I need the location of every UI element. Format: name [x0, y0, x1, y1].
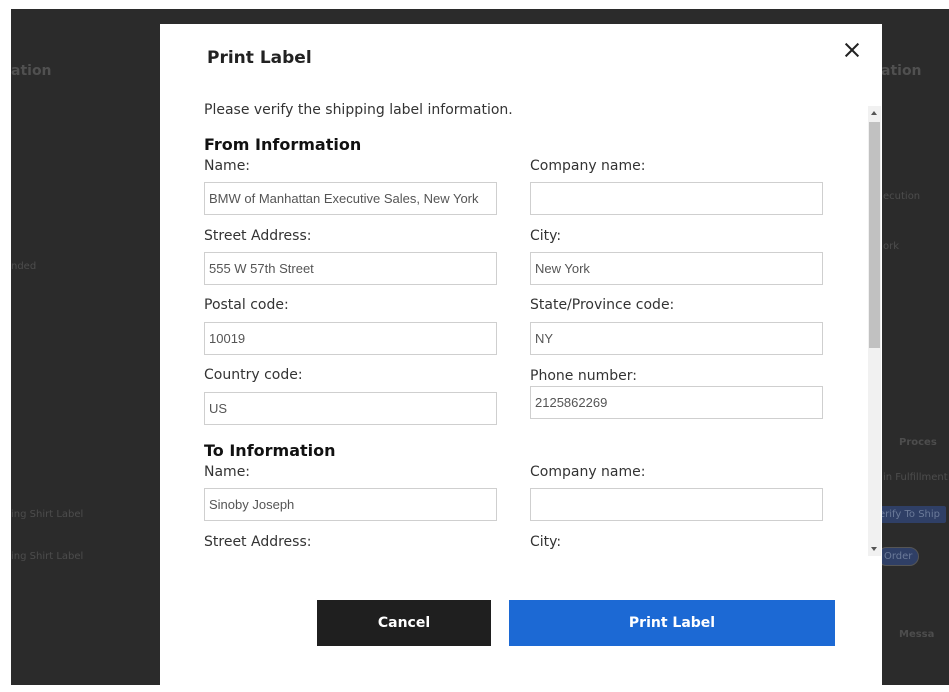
from-phone-input[interactable] — [530, 386, 823, 419]
from-phone-label: Phone number: — [530, 368, 637, 384]
from-information-heading: From Information — [204, 135, 362, 154]
background-text: in Fulfillment — [883, 472, 948, 483]
background-text: ing Shirt Label — [11, 509, 84, 520]
to-company-label: Company name: — [530, 464, 646, 480]
background-column-header: Proces — [899, 437, 937, 448]
to-information-heading: To Information — [204, 441, 336, 460]
to-city-label: City: — [530, 534, 562, 550]
scroll-down-arrow-icon[interactable] — [868, 542, 881, 556]
from-state-label: State/Province code: — [530, 297, 675, 313]
from-name-label: Name: — [204, 158, 251, 174]
from-city-label: City: — [530, 228, 562, 244]
background-text: ing Shirt Label — [11, 551, 84, 562]
from-street-input[interactable] — [204, 252, 497, 285]
background-status-pill: Order — [877, 547, 920, 566]
from-country-input[interactable] — [204, 392, 497, 425]
dialog-scrollbar[interactable] — [868, 106, 881, 556]
intro-text: Please verify the shipping label informa… — [204, 102, 513, 118]
dialog-title: Print Label — [207, 48, 312, 68]
print-label-dialog: Print Label Please verify the shipping l… — [160, 24, 882, 692]
close-icon[interactable] — [840, 38, 864, 62]
from-street-label: Street Address: — [204, 228, 312, 244]
scroll-up-arrow-icon[interactable] — [868, 106, 881, 120]
dialog-scroll-area[interactable]: Please verify the shipping label informa… — [160, 102, 882, 572]
print-label-button[interactable]: Print Label — [509, 600, 835, 646]
from-postal-input[interactable] — [204, 322, 497, 355]
background-text: ecution — [883, 191, 921, 202]
to-street-label: Street Address: — [204, 534, 312, 550]
background-text: nded — [11, 261, 37, 272]
from-city-input[interactable] — [530, 252, 823, 285]
scrollbar-thumb[interactable] — [869, 122, 880, 348]
from-state-input[interactable] — [530, 322, 823, 355]
background-heading: ation — [11, 63, 52, 79]
from-company-input[interactable] — [530, 182, 823, 215]
cancel-button[interactable]: Cancel — [317, 600, 491, 646]
to-name-label: Name: — [204, 464, 251, 480]
to-name-input[interactable] — [204, 488, 497, 521]
background-action-button: erify To Ship — [873, 506, 947, 523]
background-column-header: Messa — [899, 629, 935, 640]
from-company-label: Company name: — [530, 158, 646, 174]
from-country-label: Country code: — [204, 367, 303, 383]
from-name-input[interactable] — [204, 182, 497, 215]
background-text: ork — [883, 241, 900, 252]
background-heading: ation — [881, 63, 922, 79]
to-company-input[interactable] — [530, 488, 823, 521]
from-postal-label: Postal code: — [204, 297, 289, 313]
